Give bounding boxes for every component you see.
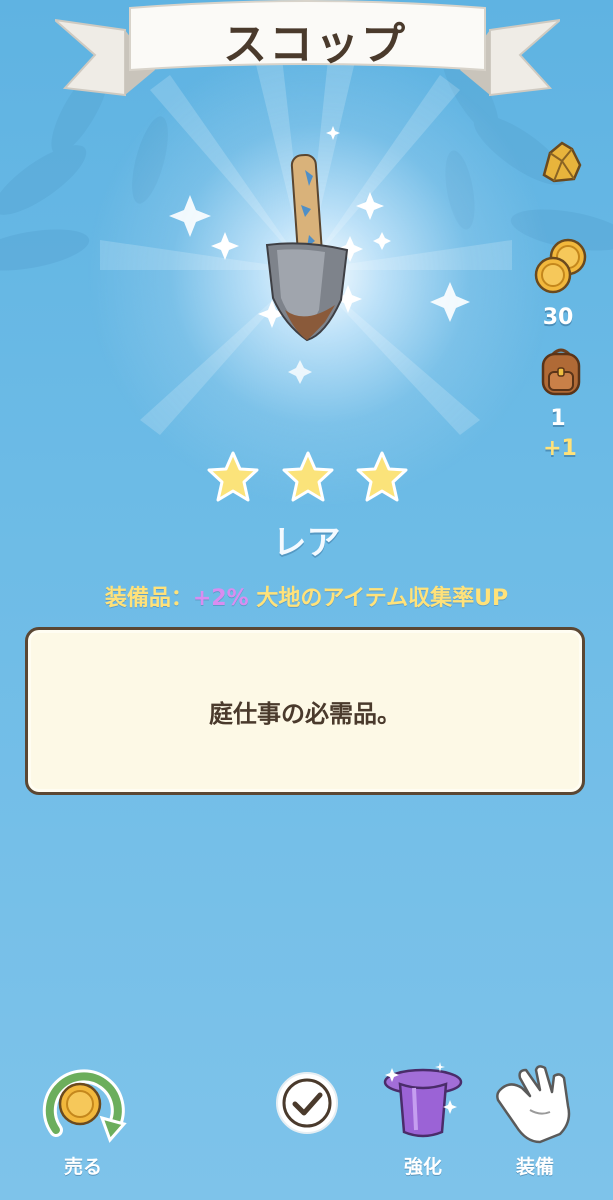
gold-nugget-icon[interactable] <box>536 135 588 187</box>
equip-label: 装備 <box>515 1156 554 1178</box>
star-icon <box>207 451 259 502</box>
glove-icon <box>496 1065 571 1144</box>
item-description: 庭仕事の必需品。 <box>209 699 401 728</box>
rarity-label: レア <box>272 523 341 563</box>
equip-button[interactable]: 装備 <box>490 1060 580 1179</box>
backpack-bonus: +1 <box>543 436 577 461</box>
equipment-effect: 装備品：+2% 大地のアイテム収集率UP <box>0 580 613 612</box>
star-icon <box>356 451 408 502</box>
star-icon <box>282 451 333 502</box>
title-banner: スコップ <box>51 0 564 110</box>
coin-icon[interactable] <box>532 237 590 297</box>
rarity-stars <box>205 450 410 510</box>
coin-count: 30 <box>542 305 574 330</box>
enhance-label: 強化 <box>403 1156 442 1178</box>
page-title: スコップ <box>223 19 407 70</box>
effect-text: 大地のアイテム収集率UP <box>256 586 509 611</box>
enhance-button[interactable]: 強化 <box>380 1060 466 1179</box>
description-panel: 庭仕事の必需品。 <box>25 627 585 795</box>
sell-coin-icon <box>42 1069 127 1143</box>
check-icon <box>276 1072 338 1134</box>
backpack-count: 1 <box>550 406 566 431</box>
magic-hat-icon <box>383 1062 463 1138</box>
shovel-icon <box>265 153 349 342</box>
effect-percent: +2% <box>192 586 249 611</box>
sell-label: 売る <box>63 1156 102 1178</box>
effect-label: 装備品： <box>104 586 193 611</box>
backpack-icon[interactable] <box>538 346 584 398</box>
sell-button[interactable]: 売る <box>38 1060 128 1179</box>
confirm-button[interactable] <box>274 1070 340 1136</box>
